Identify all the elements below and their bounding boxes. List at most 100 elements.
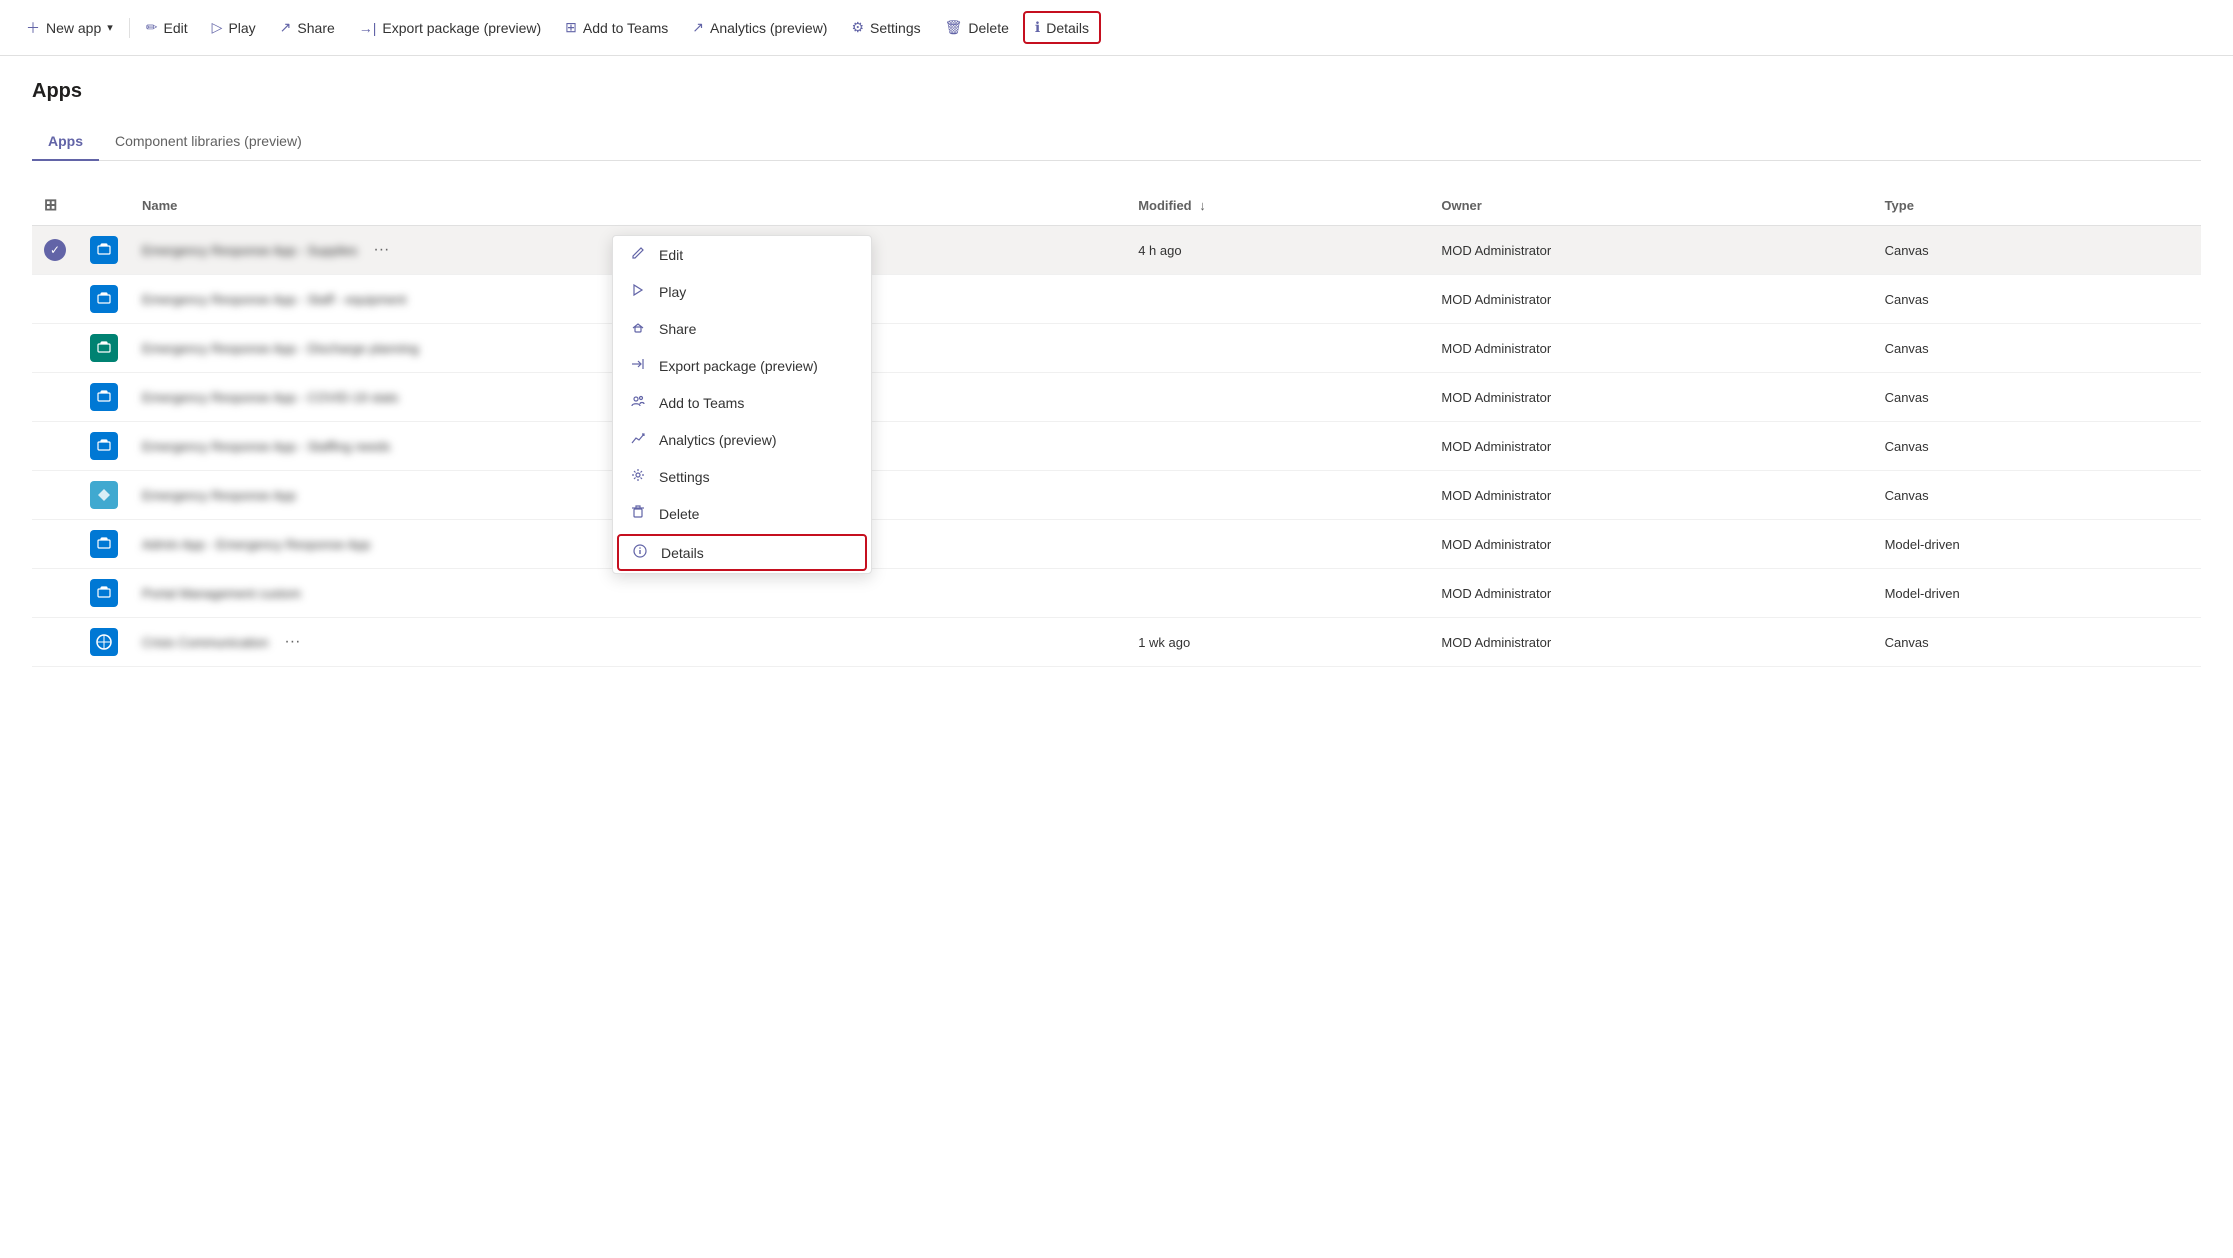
app-icon (90, 285, 118, 313)
row-modified (1126, 373, 1429, 422)
menu-item-icon (629, 246, 647, 263)
row-owner: MOD Administrator (1429, 520, 1872, 569)
row-check[interactable] (32, 520, 78, 569)
app-icon (90, 432, 118, 460)
row-type: Canvas (1873, 373, 2201, 422)
row-check[interactable] (32, 422, 78, 471)
col-header-type: Type (1873, 185, 2201, 226)
selected-check-icon: ✓ (44, 239, 66, 261)
new-app-button[interactable]: ＋ New app ▾ (16, 12, 123, 44)
table-row[interactable]: Emergency Response App - COVID-19 stats … (32, 373, 2201, 422)
menu-item-icon (631, 544, 649, 561)
row-owner: MOD Administrator (1429, 226, 1872, 275)
table-row[interactable]: Emergency Response App MOD Administrator… (32, 471, 2201, 520)
table-row[interactable]: ✓ Emergency Response App - Supplies ··· … (32, 226, 2201, 275)
tabs: Apps Component libraries (preview) (32, 123, 2201, 161)
row-app-icon-cell (78, 422, 130, 471)
row-check[interactable] (32, 324, 78, 373)
table-row[interactable]: Crisis Communication ··· 1 wk ago MOD Ad… (32, 618, 2201, 667)
row-app-icon-cell (78, 569, 130, 618)
table-row[interactable]: Portal Management custom MOD Administrat… (32, 569, 2201, 618)
edit-button[interactable]: ✏ Edit (136, 13, 198, 42)
toolbar: ＋ New app ▾ ✏ Edit ▷ Play ↗ Share →| Exp… (0, 0, 2233, 56)
context-menu-item-analytics-(preview)[interactable]: Analytics (preview) (613, 421, 871, 458)
share-button[interactable]: ↗ Share (270, 13, 345, 42)
app-icon (90, 383, 118, 411)
col-header-name[interactable]: Name (130, 185, 1126, 226)
app-name: Emergency Response App - Staffing needs (142, 439, 390, 454)
row-type: Canvas (1873, 226, 2201, 275)
app-icon (90, 334, 118, 362)
analytics-button[interactable]: ↗ Analytics (preview) (682, 13, 837, 42)
share-icon: ↗ (280, 19, 292, 36)
analytics-icon: ↗ (692, 19, 704, 36)
row-type: Model-driven (1873, 569, 2201, 618)
add-to-teams-button[interactable]: ⊞ Add to Teams (555, 13, 678, 42)
row-check[interactable] (32, 569, 78, 618)
menu-item-icon (629, 505, 647, 522)
row-app-icon-cell (78, 324, 130, 373)
context-menu-item-export-package-(preview)[interactable]: Export package (preview) (613, 347, 871, 384)
table-row[interactable]: Emergency Response App - Staff - equipme… (32, 275, 2201, 324)
col-header-owner: Owner (1429, 185, 1872, 226)
col-header-icon (78, 185, 130, 226)
row-modified: 4 h ago (1126, 226, 1429, 275)
delete-button[interactable]: 🗑 Delete (935, 13, 1019, 42)
row-modified (1126, 471, 1429, 520)
play-button[interactable]: ▷ Play (202, 13, 266, 42)
tab-component-libraries[interactable]: Component libraries (preview) (99, 123, 318, 161)
row-owner: MOD Administrator (1429, 373, 1872, 422)
context-menu-item-settings[interactable]: Settings (613, 458, 871, 495)
row-modified (1126, 569, 1429, 618)
app-icon (90, 530, 118, 558)
export-button[interactable]: →| Export package (preview) (349, 14, 551, 42)
row-owner: MOD Administrator (1429, 275, 1872, 324)
row-check[interactable] (32, 275, 78, 324)
play-icon: ▷ (212, 19, 223, 36)
col-header-modified[interactable]: Modified ↓ (1126, 185, 1429, 226)
row-check[interactable] (32, 373, 78, 422)
row-check[interactable]: ✓ (32, 226, 78, 275)
menu-item-label: Share (659, 321, 696, 337)
row-type: Canvas (1873, 324, 2201, 373)
plus-icon: ＋ (26, 18, 40, 38)
settings-button[interactable]: ⚙ Settings (841, 13, 930, 42)
table-row[interactable]: Emergency Response App - Staffing needs … (32, 422, 2201, 471)
menu-item-icon (629, 283, 647, 300)
row-type: Canvas (1873, 275, 2201, 324)
row-type: Canvas (1873, 618, 2201, 667)
tab-apps[interactable]: Apps (32, 123, 99, 161)
row-type: Canvas (1873, 422, 2201, 471)
menu-item-label: Add to Teams (659, 395, 744, 411)
details-button[interactable]: ℹ Details (1023, 11, 1101, 44)
table-row[interactable]: Emergency Response App - Discharge plann… (32, 324, 2201, 373)
row-owner: MOD Administrator (1429, 618, 1872, 667)
context-menu-item-share[interactable]: Share (613, 310, 871, 347)
menu-item-label: Details (661, 545, 704, 561)
menu-item-label: Export package (preview) (659, 358, 818, 374)
row-app-icon-cell (78, 226, 130, 275)
row-check[interactable] (32, 618, 78, 667)
menu-item-icon (629, 431, 647, 448)
app-name: Crisis Communication (142, 635, 268, 650)
edit-icon: ✏ (146, 19, 158, 36)
app-icon (90, 481, 118, 509)
menu-item-icon (629, 468, 647, 485)
menu-item-label: Analytics (preview) (659, 432, 776, 448)
menu-item-icon (629, 320, 647, 337)
row-check[interactable] (32, 471, 78, 520)
row-app-icon-cell (78, 373, 130, 422)
app-name: Emergency Response App (142, 488, 296, 503)
row-more-button[interactable]: ··· (278, 631, 306, 653)
page-content: Apps Apps Component libraries (preview) … (0, 56, 2233, 691)
context-menu-item-add-to-teams[interactable]: Add to Teams (613, 384, 871, 421)
context-menu-item-details[interactable]: Details (617, 534, 867, 571)
context-menu-item-play[interactable]: Play (613, 273, 871, 310)
row-more-button[interactable]: ··· (367, 239, 395, 261)
row-name-cell: Portal Management custom (130, 569, 1126, 618)
row-app-icon-cell (78, 275, 130, 324)
context-menu-item-edit[interactable]: Edit (613, 236, 871, 273)
table-row[interactable]: Admin App - Emergency Response App MOD A… (32, 520, 2201, 569)
app-name: Admin App - Emergency Response App (142, 537, 370, 552)
context-menu-item-delete[interactable]: Delete (613, 495, 871, 532)
